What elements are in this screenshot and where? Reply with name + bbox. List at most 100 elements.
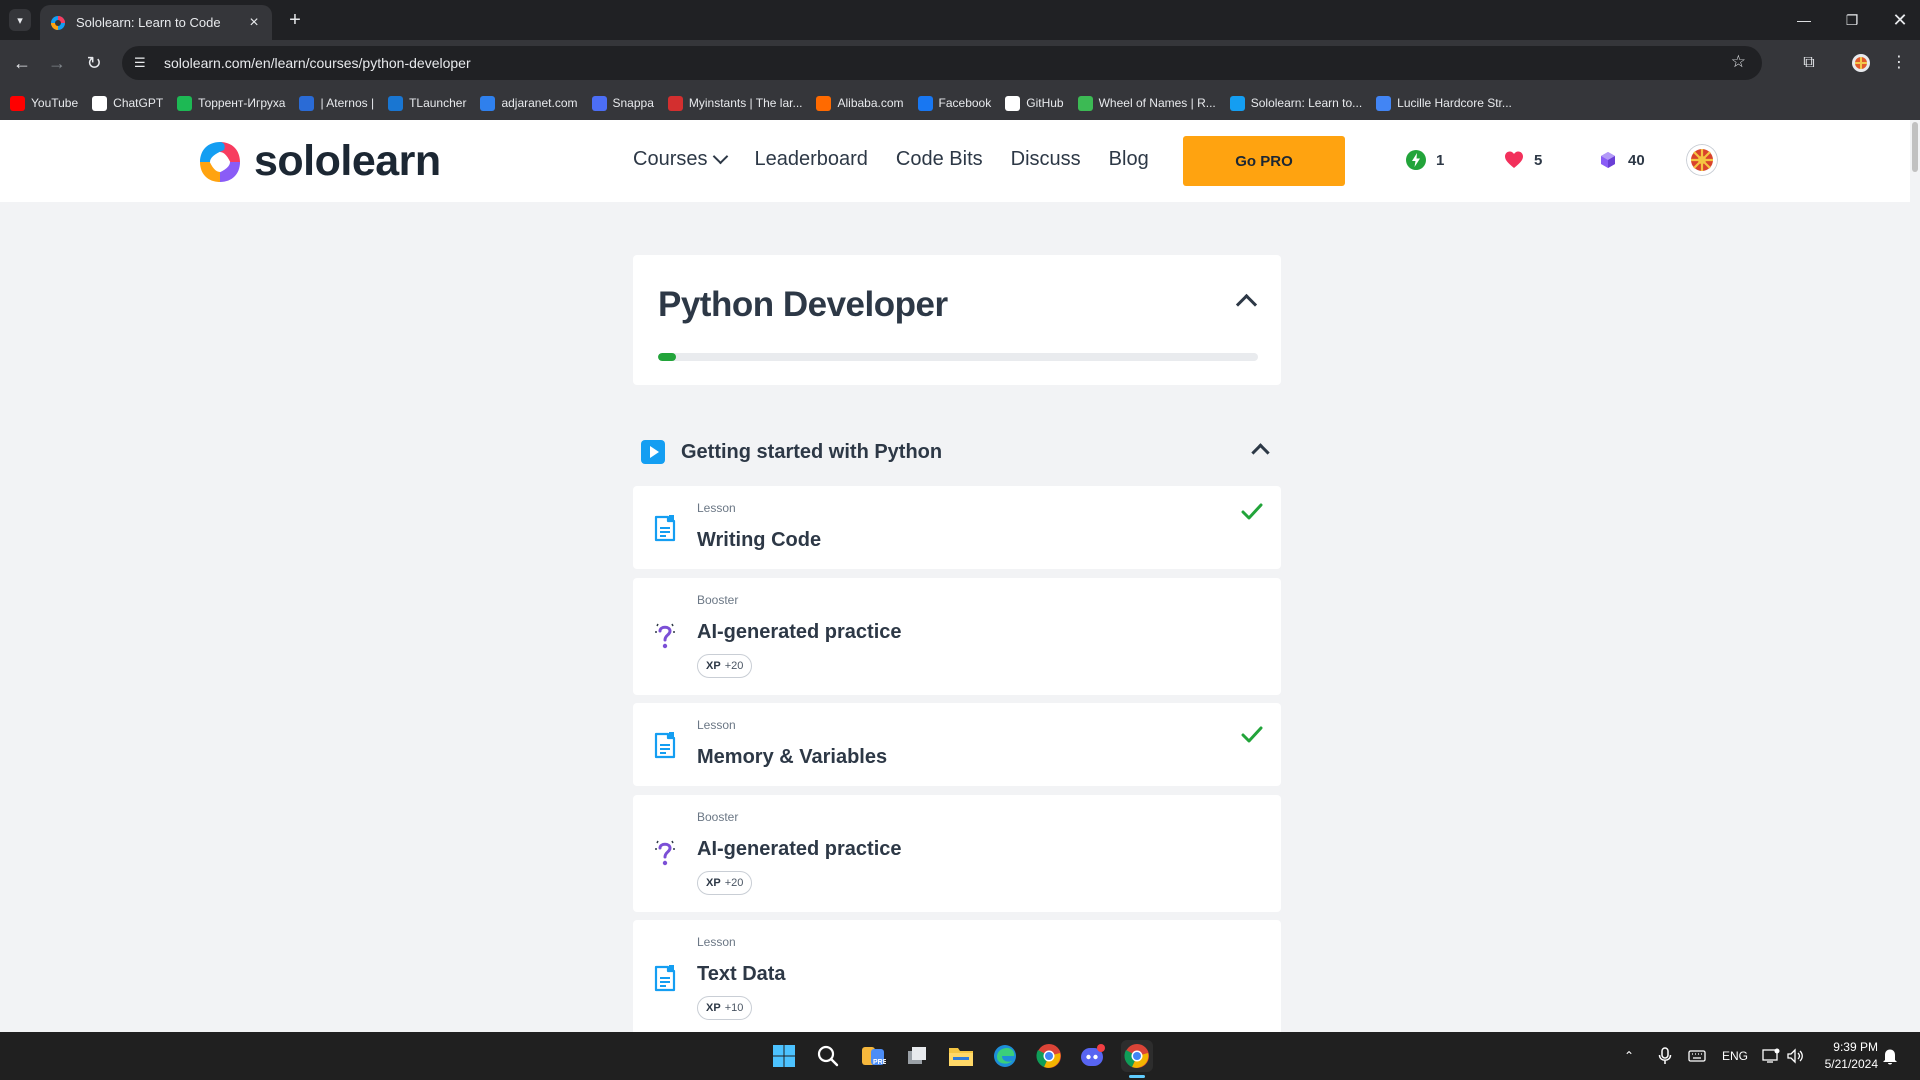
microphone-icon[interactable] (1658, 1032, 1672, 1080)
widgets-icon[interactable]: PRE (857, 1040, 889, 1072)
bookmark-item[interactable]: Lucille Hardcore Str... (1376, 95, 1512, 111)
extensions-icon[interactable]: ⧉ (1796, 50, 1822, 76)
nav-courses-label: Courses (633, 148, 708, 170)
lightning-icon (1406, 150, 1426, 170)
logo-wordmark: sololearn (254, 137, 441, 185)
taskbar-clock[interactable]: 9:39 PM 5/21/2024 (1800, 1039, 1878, 1073)
bookmark-item[interactable]: Sololearn: Learn to... (1229, 95, 1362, 111)
streak-count: 1 (1436, 151, 1445, 169)
tab-search-button[interactable]: ▾ (9, 9, 31, 31)
site-info-icon[interactable]: ☰ (134, 55, 152, 71)
item-kind: Lesson (697, 718, 736, 732)
tab-title: Sololearn: Learn to Code (76, 15, 221, 30)
chrome-active-icon[interactable] (1121, 1040, 1153, 1072)
url-text: sololearn.com/en/learn/courses/python-de… (164, 55, 471, 71)
bookmark-item[interactable]: GitHub (1005, 95, 1064, 111)
browser-tab-active[interactable]: Sololearn: Learn to Code × (40, 5, 272, 40)
nav-blog[interactable]: Blog (1109, 148, 1149, 171)
bookmark-item[interactable]: | Aternos | (299, 95, 375, 111)
page-scrollbar[interactable] (1910, 120, 1920, 1032)
scrollbar-thumb[interactable] (1912, 122, 1918, 172)
bookmark-label: | Aternos | (320, 96, 375, 110)
lesson-item[interactable]: Lesson Writing Code (633, 486, 1281, 569)
bookmark-star-icon[interactable]: ☆ (1731, 52, 1746, 72)
search-icon[interactable] (812, 1040, 844, 1072)
bookmark-item[interactable]: Wheel of Names | R... (1077, 95, 1216, 111)
keyboard-icon[interactable] (1688, 1032, 1706, 1080)
booster-item[interactable]: Booster AI-generated practice XP +20 (633, 578, 1281, 695)
file-explorer-icon[interactable] (945, 1040, 977, 1072)
nav-courses[interactable]: Courses (633, 148, 729, 171)
booster-question-icon (655, 623, 675, 649)
xp-badge: XP +20 (697, 871, 753, 895)
network-icon[interactable] (1762, 1032, 1780, 1080)
chevron-up-icon[interactable] (1251, 443, 1270, 462)
hearts-count: 5 (1534, 151, 1543, 169)
xp-badge: XP +10 (697, 996, 753, 1020)
site-header: sololearn Courses Leaderboard Code Bits … (0, 120, 1910, 202)
clock-date: 5/21/2024 (1824, 1057, 1878, 1071)
bookmark-item[interactable]: Торрент-Игруха (177, 95, 285, 111)
windows-start-icon[interactable] (768, 1040, 800, 1072)
bookmark-item[interactable]: YouTube (10, 95, 79, 111)
bookmarks-bar: YouTube ChatGPT Торрент-Игруха | Aternos | T… (0, 86, 1920, 120)
profile-icon[interactable] (1848, 50, 1874, 76)
bookmark-item[interactable]: Snappa (591, 95, 654, 111)
streak-counter[interactable]: 1 (1406, 150, 1444, 170)
bookmark-item[interactable]: adjaranet.com (480, 95, 578, 111)
bookmark-item[interactable]: Facebook (917, 95, 991, 111)
lesson-item[interactable]: Lesson Memory & Variables (633, 703, 1281, 786)
chevron-down-icon (713, 148, 729, 165)
show-hidden-icons-chevron-up-icon[interactable]: ⌃ (1624, 1032, 1634, 1080)
svg-text:PRE: PRE (873, 1059, 886, 1066)
forward-button[interactable]: → (43, 49, 71, 77)
sololearn-favicon-icon (51, 15, 65, 30)
bookmark-label: YouTube (31, 96, 79, 110)
sololearn-logo-icon (200, 141, 240, 182)
bookmark-label: Wheel of Names | R... (1098, 96, 1216, 110)
gems-count: 40 (1628, 151, 1645, 169)
bookmark-item[interactable]: Myinstants | The lar... (667, 95, 802, 111)
module-title: Getting started with Python (681, 440, 943, 463)
sololearn-logo[interactable]: sololearn (196, 137, 441, 186)
go-pro-button[interactable]: Go PRO (1183, 136, 1345, 186)
tab-close-icon[interactable]: × (246, 14, 262, 32)
window-close-button[interactable]: ✕ (1872, 0, 1920, 40)
main-nav: Courses Leaderboard Code Bits Discuss Bl… (633, 148, 1177, 171)
nav-leaderboard[interactable]: Leaderboard (754, 148, 867, 171)
chatgpt-icon (92, 95, 108, 111)
bookmark-item[interactable]: Alibaba.com (816, 95, 904, 111)
item-name: Text Data (697, 963, 786, 985)
booster-item[interactable]: Booster AI-generated practice XP +20 (633, 795, 1281, 912)
new-tab-button[interactable]: + (282, 7, 308, 33)
user-avatar[interactable] (1686, 144, 1718, 176)
address-bar[interactable]: ☰ sololearn.com/en/learn/courses/python-… (122, 46, 1762, 80)
gems-counter[interactable]: 40 (1598, 150, 1645, 170)
lesson-item[interactable]: Lesson Text Data XP +10 (633, 920, 1281, 1032)
snappa-icon (591, 95, 607, 111)
browser-tab-strip: ▾ Sololearn: Learn to Code × + — ❐ ✕ (0, 0, 1920, 40)
bookmark-item[interactable]: ChatGPT (92, 95, 163, 111)
torrent-igruha-icon (177, 95, 193, 111)
task-view-icon[interactable] (901, 1040, 933, 1072)
module-header[interactable]: Getting started with Python (641, 432, 1273, 472)
browser-menu-icon[interactable]: ⋮ (1886, 50, 1912, 76)
reload-button[interactable]: ↻ (80, 49, 108, 77)
hearts-counter[interactable]: 5 (1504, 150, 1542, 170)
alibaba-icon (816, 95, 832, 111)
checkmark-icon (1241, 503, 1263, 520)
xp-value: +20 (724, 877, 744, 889)
edge-icon[interactable] (989, 1040, 1021, 1072)
discord-icon[interactable] (1077, 1040, 1109, 1072)
chevron-up-icon[interactable] (1235, 293, 1258, 316)
input-language[interactable]: ENG (1722, 1032, 1748, 1080)
bookmark-label: Lucille Hardcore Str... (1397, 96, 1512, 110)
notifications-bell-icon[interactable] (1882, 1032, 1898, 1080)
chrome-icon[interactable] (1033, 1040, 1065, 1072)
nav-discuss[interactable]: Discuss (1011, 148, 1081, 171)
heart-icon (1505, 151, 1523, 168)
nav-code-bits[interactable]: Code Bits (896, 148, 983, 171)
booster-question-icon (655, 840, 675, 866)
back-button[interactable]: ← (8, 49, 36, 77)
bookmark-item[interactable]: TLauncher (388, 95, 466, 111)
